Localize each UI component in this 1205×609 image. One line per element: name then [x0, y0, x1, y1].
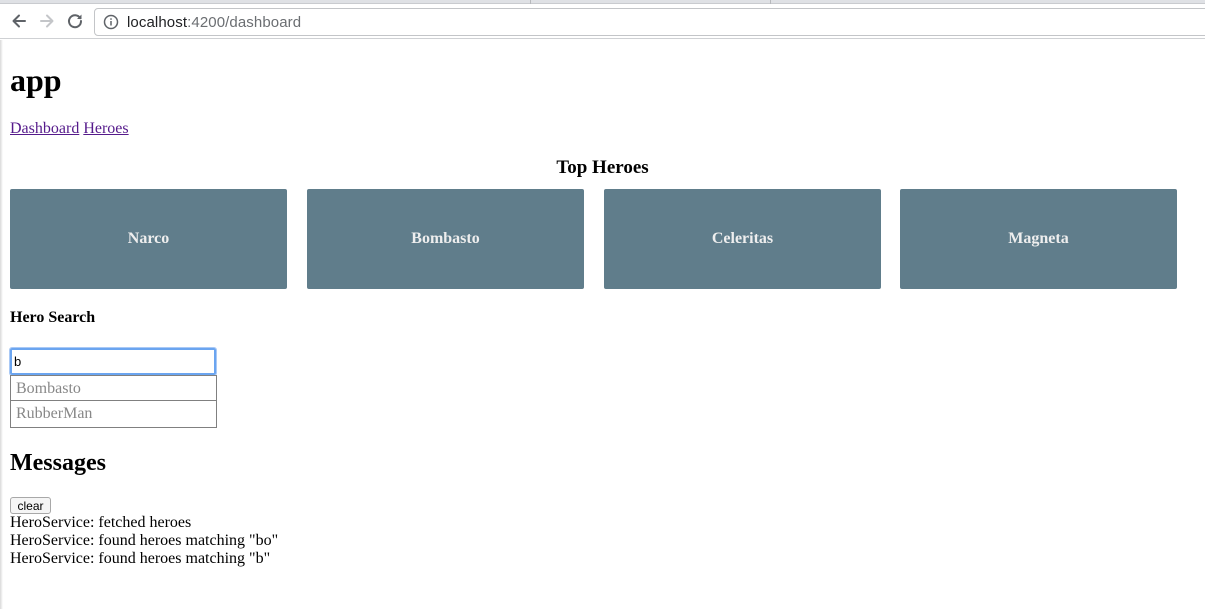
address-bar[interactable]: localhost:4200/dashboard	[94, 8, 1205, 36]
nav-link-heroes[interactable]: Heroes	[83, 120, 128, 137]
nav-link-dashboard[interactable]: Dashboard	[10, 120, 79, 137]
arrow-right-icon	[40, 14, 54, 28]
info-icon[interactable]	[103, 14, 119, 30]
message-item: HeroService: found heroes matching "b"	[10, 550, 271, 567]
app-title: app	[10, 62, 62, 98]
hero-name: Celeritas	[711, 230, 774, 247]
browser-toolbar: localhost:4200/dashboard	[0, 4, 1205, 39]
arrow-left-icon	[12, 14, 26, 28]
url-host: localhost	[127, 13, 188, 31]
messages-list: HeroService: fetched heroes HeroService:…	[10, 514, 278, 568]
hero-name: Narco	[127, 230, 170, 247]
top-heroes-title: Top Heroes	[556, 157, 649, 178]
url-text: localhost:4200/dashboard	[127, 14, 301, 31]
hero-search-input[interactable]	[9, 347, 217, 376]
url-path: :4200/dashboard	[187, 13, 302, 31]
hero-name: Bombasto	[411, 230, 480, 247]
hero-name: Magneta	[1008, 230, 1069, 247]
search-result-item[interactable]: RubberMan	[10, 401, 217, 428]
hero-search-title: Hero Search	[10, 309, 96, 326]
hero-card[interactable]: Bombasto	[307, 189, 584, 289]
clear-messages-button[interactable]: clear	[10, 497, 51, 514]
main-nav: Dashboard Heroes	[10, 119, 129, 139]
message-item: HeroService: fetched heroes	[10, 514, 192, 531]
top-heroes-grid: Narco Bombasto Celeritas Magneta	[10, 189, 1195, 289]
messages-title: Messages	[10, 450, 106, 476]
search-results-list: Bombasto RubberMan	[10, 375, 217, 428]
page-edge-shadow	[0, 40, 3, 609]
hero-card[interactable]: Narco	[10, 189, 287, 289]
reload-icon	[68, 14, 83, 29]
message-item: HeroService: found heroes matching "bo"	[10, 532, 279, 549]
hero-card[interactable]: Magneta	[900, 189, 1177, 289]
reload-button[interactable]	[64, 10, 86, 32]
search-result-item[interactable]: Bombasto	[10, 375, 217, 401]
forward-button[interactable]	[36, 10, 58, 32]
back-button[interactable]	[8, 10, 30, 32]
hero-card[interactable]: Celeritas	[604, 189, 881, 289]
